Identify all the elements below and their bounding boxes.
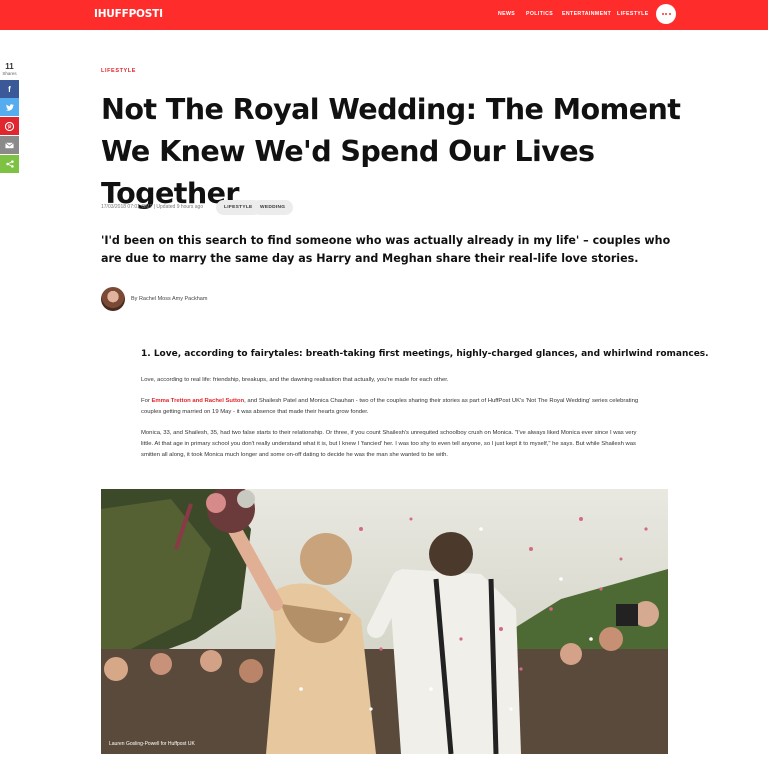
article-timestamp: 17/03/2018 07:01 GMT | Updated 9 hours a… (101, 204, 204, 210)
nav-item-lifestyle[interactable]: LIFESTYLE (617, 11, 649, 17)
nav-item-news[interactable]: NEWS (498, 11, 515, 17)
section-subheading: 1. Love, according to fairytales: breath… (141, 349, 709, 359)
email-share-button[interactable] (0, 136, 19, 154)
couple-profile-link[interactable]: Emma Tretton and Rachel Sutton (151, 398, 244, 404)
share-count-label: Shares (2, 71, 17, 76)
more-dots-icon (661, 13, 664, 16)
wedding-photo-image (101, 489, 668, 754)
article-headline: Not The Royal Wedding: The Moment We Kne… (101, 92, 681, 210)
nav-item-entertainment[interactable]: ENTERTAINMENT (562, 11, 611, 17)
share-button[interactable] (0, 155, 19, 173)
twitter-share-button[interactable] (0, 98, 19, 116)
more-dots-icon-dot (665, 13, 668, 16)
share-count: 11 Shares (0, 63, 19, 77)
body-paragraph-3: Monica, 33, and Shailesh, 35, had two fa… (141, 430, 637, 458)
body-paragraph-2: For Emma Tretton and Rachel Sutton, and … (141, 396, 639, 418)
email-icon (5, 141, 14, 148)
tag-wedding[interactable]: WEDDING (252, 200, 294, 215)
nav-item-politics[interactable]: POLITICS (526, 11, 553, 17)
twitter-icon (5, 103, 14, 111)
huffpost-logo[interactable]: IHUFFPOSTI (94, 8, 163, 20)
pinterest-icon (5, 121, 14, 131)
more-menu-button[interactable] (656, 4, 676, 24)
pinterest-share-button[interactable] (0, 117, 19, 135)
more-dots-icon-dot (668, 13, 671, 16)
top-navigation-bar: IHUFFPOSTI NEWS POLITICS ENTERTAINMENT L… (0, 0, 768, 30)
facebook-icon: f (8, 84, 11, 94)
author-avatar[interactable] (101, 287, 125, 311)
photo-caption: Lauren Gosling-Powell for Huffpost UK (109, 741, 195, 747)
author-byline[interactable]: By Rachel Moss Amy Packham (131, 296, 207, 302)
share-icon (5, 160, 14, 168)
article-photo[interactable] (101, 489, 668, 754)
section-label[interactable]: LIFESTYLE (101, 68, 136, 74)
paragraph-text: For (141, 398, 152, 404)
body-paragraph-1: Love, according to real life: friendship… (141, 377, 449, 383)
facebook-share-button[interactable]: f (0, 80, 19, 98)
share-count-number: 11 (5, 62, 14, 71)
article-standfirst: 'I'd been on this search to find someone… (101, 234, 671, 265)
